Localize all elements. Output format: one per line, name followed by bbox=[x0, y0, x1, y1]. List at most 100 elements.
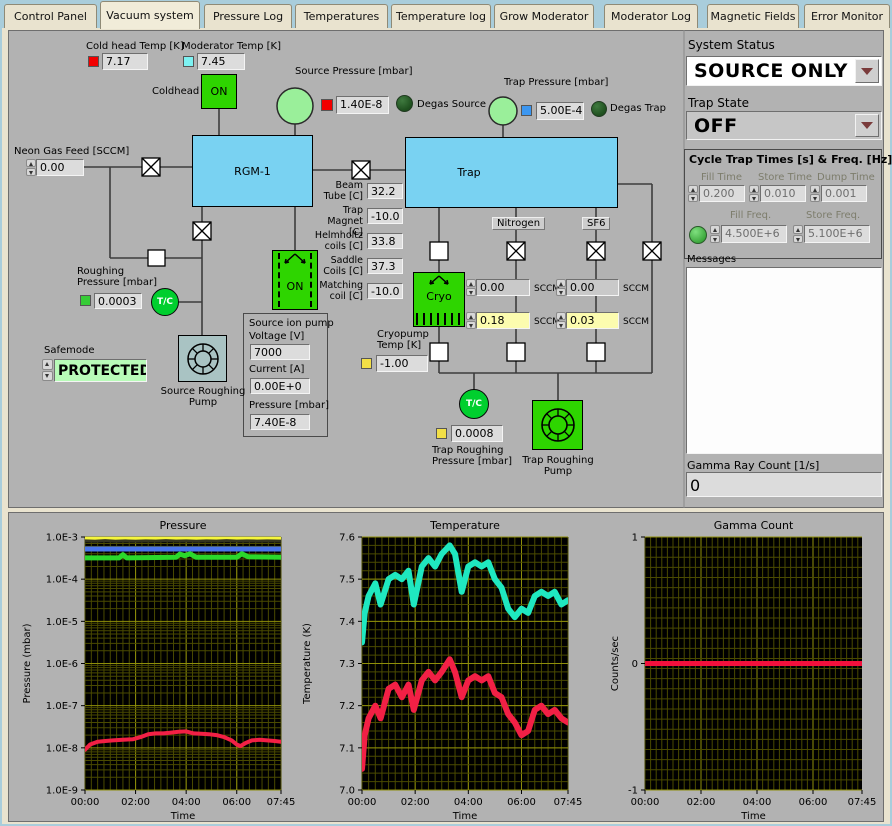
svg-text:Temperature (K): Temperature (K) bbox=[302, 623, 313, 705]
degas-trap-led[interactable] bbox=[591, 101, 607, 117]
dump-time-value[interactable]: 0.001 bbox=[821, 185, 867, 202]
trap-magnet-value: -10.0 bbox=[367, 208, 403, 224]
cryo-pump-block[interactable]: Cryo bbox=[413, 272, 465, 327]
saddle-coils-label: Saddle Coils [C] bbox=[313, 255, 363, 277]
sf6-setpoint-value[interactable]: 0.00 bbox=[566, 279, 619, 296]
messages-box[interactable] bbox=[686, 267, 882, 454]
dump-time-label: Dump Time bbox=[817, 172, 875, 183]
cryopump-temp-value: -1.00 bbox=[376, 355, 428, 372]
tab-magnetic-fields[interactable]: Magnetic Fields bbox=[707, 4, 799, 28]
tab-moderator-log[interactable]: Moderator Log bbox=[604, 4, 698, 28]
valve-trap-right-icon bbox=[643, 242, 661, 260]
fill-freq-led[interactable] bbox=[689, 226, 707, 244]
sf6-label: SF6 bbox=[582, 217, 610, 230]
svg-text:04:00: 04:00 bbox=[454, 797, 483, 808]
safemode-spinner[interactable] bbox=[42, 359, 53, 381]
neon-gas-feed-spinner[interactable] bbox=[26, 159, 36, 176]
svg-text:1.0E-5: 1.0E-5 bbox=[46, 617, 78, 628]
tc-label: T/C bbox=[157, 297, 173, 307]
square-valve-sf6-icon bbox=[587, 343, 605, 361]
svg-text:Time: Time bbox=[452, 811, 477, 822]
nitrogen-actual-value[interactable]: 0.18 bbox=[476, 312, 530, 329]
svg-text:Gamma Count: Gamma Count bbox=[714, 519, 794, 532]
moderator-led bbox=[183, 56, 194, 67]
tab-temperatures[interactable]: Temperatures bbox=[295, 4, 388, 28]
store-time-spinner[interactable] bbox=[749, 185, 759, 202]
fill-freq-value[interactable]: 4.500E+6 bbox=[721, 225, 787, 243]
safemode-value[interactable]: PROTECTED bbox=[54, 359, 147, 382]
tab-control-panel[interactable]: Control Panel bbox=[4, 4, 97, 28]
pump-rotor-icon bbox=[538, 405, 578, 445]
trap-roughing-pump-label: Trap Roughing Pump bbox=[519, 455, 597, 477]
sf6-setpoint-unit: SCCM bbox=[623, 284, 649, 294]
sf6-actual-spinner[interactable] bbox=[556, 312, 566, 329]
svg-text:0: 0 bbox=[632, 659, 638, 670]
tab-error-monitor[interactable]: Error Monitor bbox=[804, 4, 890, 28]
trap-roughing-pump[interactable] bbox=[532, 400, 583, 450]
tab-temperature-log[interactable]: Temperature log bbox=[391, 4, 491, 28]
history-charts[interactable]: 1.0E-31.0E-41.0E-51.0E-61.0E-71.0E-81.0E… bbox=[8, 512, 884, 822]
fill-time-value[interactable]: 0.200 bbox=[699, 185, 745, 202]
dump-time-spinner[interactable] bbox=[810, 185, 820, 202]
cycle-title: Cycle Trap Times [s] & Freq. [Hz] bbox=[689, 153, 892, 166]
store-freq-value[interactable]: 5.100E+6 bbox=[804, 225, 870, 243]
svg-text:00:00: 00:00 bbox=[348, 797, 377, 808]
rgm1-label: RGM-1 bbox=[234, 165, 271, 178]
nitrogen-actual-spinner[interactable] bbox=[466, 312, 476, 329]
helmholtz-coils-label: Helmholtz coils [C] bbox=[313, 230, 363, 252]
svg-text:Time: Time bbox=[170, 811, 195, 822]
trap-label: Trap bbox=[457, 166, 480, 179]
fill-freq-spinner[interactable] bbox=[710, 225, 720, 243]
trap-state-label: Trap State bbox=[688, 96, 749, 110]
svg-text:7.5: 7.5 bbox=[339, 575, 355, 586]
trap-roughing-pressure-label: Trap Roughing Pressure [mbar] bbox=[432, 445, 518, 467]
trap-roughing-pressure-led bbox=[436, 428, 447, 439]
tab-grow-moderator[interactable]: Grow Moderator bbox=[494, 4, 594, 28]
svg-text:1.0E-3: 1.0E-3 bbox=[46, 533, 78, 544]
coldhead-on-button[interactable]: ON bbox=[201, 74, 237, 109]
svg-text:04:00: 04:00 bbox=[172, 797, 201, 808]
fill-time-spinner[interactable] bbox=[688, 185, 698, 202]
square-valve-neon-line-icon bbox=[148, 250, 165, 266]
nitrogen-setpoint-spinner[interactable] bbox=[466, 279, 476, 296]
tab-vacuum-system[interactable]: Vacuum system bbox=[100, 1, 200, 29]
system-status-value: SOURCE ONLY bbox=[687, 60, 848, 82]
degas-source-label: Degas Source bbox=[417, 99, 486, 110]
nitrogen-setpoint-value[interactable]: 0.00 bbox=[476, 279, 530, 296]
svg-text:1.0E-7: 1.0E-7 bbox=[46, 701, 78, 712]
degas-source-led[interactable] bbox=[396, 95, 413, 112]
system-status-dropdown[interactable]: SOURCE ONLY bbox=[686, 56, 882, 86]
source-pressure-gauge-icon bbox=[277, 88, 313, 124]
series-dark bbox=[85, 541, 281, 542]
chevron-down-icon[interactable] bbox=[855, 114, 879, 137]
sf6-setpoint-spinner[interactable] bbox=[556, 279, 566, 296]
svg-text:-1: -1 bbox=[628, 786, 638, 797]
source-pressure-value: 1.40E-8 bbox=[336, 96, 389, 114]
source-ion-pump-box: Source ion pump Voltage [V] 7000 Current… bbox=[243, 313, 328, 437]
source-roughing-pump[interactable] bbox=[178, 335, 227, 382]
store-time-value[interactable]: 0.010 bbox=[760, 185, 806, 202]
ion-pump-pressure-label: Pressure [mbar] bbox=[249, 400, 329, 411]
valve-source-roughing-icon bbox=[193, 222, 211, 240]
svg-text:7.1: 7.1 bbox=[339, 743, 355, 754]
source-ion-pump-block[interactable]: ON bbox=[272, 250, 318, 310]
gamma-ray-count-label: Gamma Ray Count [1/s] bbox=[687, 459, 819, 472]
svg-text:Temperature: Temperature bbox=[429, 519, 500, 532]
svg-text:00:00: 00:00 bbox=[631, 797, 660, 808]
roughing-pressure-led bbox=[80, 295, 91, 306]
source-roughing-pump-label: Source Roughing Pump bbox=[160, 386, 246, 408]
neon-gas-feed-value[interactable]: 0.00 bbox=[36, 159, 84, 176]
current-value: 0.00E+0 bbox=[250, 378, 310, 394]
chevron-down-icon[interactable] bbox=[855, 59, 879, 83]
square-valve-nitrogen-icon bbox=[507, 343, 525, 361]
store-freq-spinner[interactable] bbox=[793, 225, 803, 243]
trap-pressure-led bbox=[521, 105, 532, 116]
svg-text:06:00: 06:00 bbox=[507, 797, 536, 808]
tab-pressure-log[interactable]: Pressure Log bbox=[204, 4, 292, 28]
trap-state-dropdown[interactable]: OFF bbox=[686, 111, 882, 140]
voltage-value: 7000 bbox=[250, 344, 310, 360]
svg-text:00:00: 00:00 bbox=[71, 797, 100, 808]
ion-pump-pressure-value: 7.40E-8 bbox=[250, 414, 310, 430]
svg-text:7.4: 7.4 bbox=[339, 617, 355, 628]
sf6-actual-value[interactable]: 0.03 bbox=[566, 312, 619, 329]
